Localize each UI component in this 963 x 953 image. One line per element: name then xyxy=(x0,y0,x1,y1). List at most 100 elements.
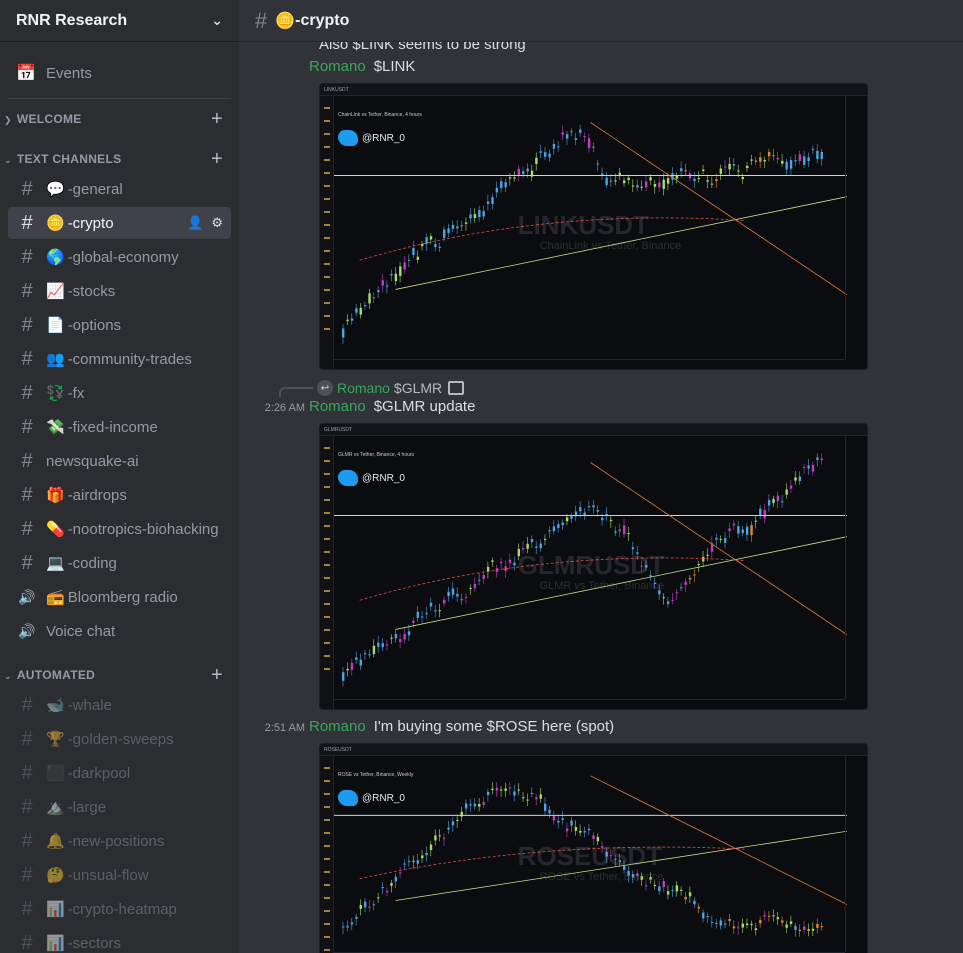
category-label: TEXT CHANNELS xyxy=(16,152,122,166)
category-text-channels[interactable]: ⌄ TEXT CHANNELS + xyxy=(0,147,239,171)
channel-item[interactable]: # 📈 -stocks xyxy=(8,275,231,307)
candle-body xyxy=(429,236,433,240)
add-channel-icon[interactable]: + xyxy=(211,148,223,171)
channel-name: -unsual-flow xyxy=(67,866,149,884)
chart-watermark-symbol: GLMRUSDT xyxy=(517,550,665,581)
candle-body xyxy=(653,183,657,187)
message-timestamp: 2:26 AM xyxy=(264,402,305,414)
candle-body xyxy=(811,464,815,472)
candle-body xyxy=(587,828,591,831)
message-author[interactable]: Romano xyxy=(309,398,366,415)
text-channel-icon: # xyxy=(21,279,33,302)
text-channel-icon: # xyxy=(21,211,33,234)
candle-body xyxy=(535,546,538,548)
candle-body xyxy=(728,528,731,532)
candle-body xyxy=(451,224,455,229)
candle-body xyxy=(535,797,538,800)
chart-image-rose[interactable]: ROSEUSDT ROSE vs Tether, Binance, Weekly @… xyxy=(319,743,868,953)
category-automated[interactable]: ⌄ AUTOMATED + xyxy=(0,663,239,687)
channel-item[interactable]: # 📊 -sectors xyxy=(8,927,231,953)
chevron-down-icon[interactable]: ⌄ xyxy=(211,12,223,29)
candle-body xyxy=(579,507,582,512)
channel-item[interactable]: # 👥 -community-trades xyxy=(8,343,231,375)
channel-emoji: 📻 xyxy=(46,589,65,606)
message-author[interactable]: Romano xyxy=(309,718,366,735)
channel-item[interactable]: # 🌎 -global-economy xyxy=(8,241,231,273)
candle-body xyxy=(350,662,354,671)
candle-body xyxy=(719,538,723,540)
candle-body xyxy=(794,160,797,162)
candle-body xyxy=(565,517,569,522)
candle-body xyxy=(785,924,788,928)
events-item[interactable]: 📅 Events xyxy=(8,56,231,90)
channel-item[interactable]: 🔊 📻 Bloomberg radio xyxy=(8,581,231,613)
candle-body xyxy=(688,578,692,580)
candle-body xyxy=(772,915,775,917)
candle-body xyxy=(530,793,534,795)
add-channel-icon[interactable]: + xyxy=(211,108,223,131)
chevron-down-icon: ⌄ xyxy=(4,671,12,681)
candle-body xyxy=(684,896,687,900)
category-welcome[interactable]: ❯ WELCOME + xyxy=(0,107,239,131)
chart-image-glmr[interactable]: GLMRUSDT GLMR vs Tether, Binance, 4 hours… xyxy=(319,423,868,710)
message-feed[interactable]: Also $LINK seems to be strong Romano $LI… xyxy=(239,36,963,953)
candle-body xyxy=(789,160,793,169)
candle-body xyxy=(715,179,718,182)
text-channel-icon: # xyxy=(21,415,33,438)
candle-body xyxy=(816,457,819,460)
candle-body xyxy=(658,182,661,188)
candle-body xyxy=(513,562,516,566)
candle-body xyxy=(390,273,393,276)
channel-item[interactable]: 🔊 Voice chat xyxy=(8,615,231,647)
channel-item[interactable]: # 🪙 -crypto 👤 ⚙ xyxy=(8,207,231,239)
channel-item[interactable]: # 🔔 -new-positions xyxy=(8,825,231,857)
channel-item[interactable]: # 📄 -options xyxy=(8,309,231,341)
channel-item[interactable]: # ⬛ -darkpool xyxy=(8,757,231,789)
gear-icon[interactable]: ⚙ xyxy=(211,215,223,231)
candle-body xyxy=(675,592,679,594)
channel-item[interactable]: # 🐋 -whale xyxy=(8,689,231,721)
candle-body xyxy=(623,525,626,535)
candle-body xyxy=(592,146,595,148)
channel-item[interactable]: # 🏔️ -large xyxy=(8,791,231,823)
channel-item[interactable]: # 🤔 -unsual-flow xyxy=(8,859,231,891)
server-header[interactable]: RNR Research ⌄ xyxy=(0,0,239,42)
candle-body xyxy=(451,588,455,595)
channel-emoji: 📊 xyxy=(46,935,65,952)
candle-body xyxy=(425,612,428,614)
candle-body xyxy=(495,187,499,193)
channel-item[interactable]: # 💬 -general xyxy=(8,173,231,205)
chart-watermark-desc: ChainLink vs Tether, Binance xyxy=(539,240,682,253)
chart-watermark-symbol: ROSEUSDT xyxy=(517,840,663,871)
trendline xyxy=(590,462,847,636)
candle-body xyxy=(548,530,551,532)
channel-item[interactable]: # 💸 -fixed-income xyxy=(8,411,231,443)
candle-body xyxy=(754,160,758,162)
channel-item[interactable]: # 💊 -nootropics-biohacking xyxy=(8,513,231,545)
channel-item[interactable]: # 🎁 -airdrops xyxy=(8,479,231,511)
candle-body xyxy=(754,928,758,931)
channel-item[interactable]: # newsquake-ai xyxy=(8,445,231,477)
channel-item[interactable]: # 🏆 -golden-sweeps xyxy=(8,723,231,755)
channel-name: -global-economy xyxy=(67,248,179,266)
candle-body xyxy=(724,538,727,543)
candle-body xyxy=(412,247,415,256)
candle-body xyxy=(658,886,661,892)
channel-item[interactable]: # 📊 -crypto-heatmap xyxy=(8,893,231,925)
candle-body xyxy=(513,177,516,179)
channel-header: # 🪙 -crypto xyxy=(239,0,963,42)
candle-body xyxy=(565,134,569,139)
message-author[interactable]: Romano xyxy=(309,58,366,75)
channel-item[interactable]: # 💻 -coding xyxy=(8,547,231,579)
candle-body xyxy=(745,923,749,926)
invite-icon[interactable]: 👤 xyxy=(187,215,203,231)
voice-channel-icon: 🔊 xyxy=(18,588,36,605)
channel-item[interactable]: # 💱 -fx xyxy=(8,377,231,409)
candle-body xyxy=(803,926,806,930)
channel-name: newsquake-ai xyxy=(46,452,139,470)
candle-body xyxy=(368,293,371,304)
reply-reference[interactable]: ↩ Romano $GLMR xyxy=(279,378,963,398)
candle-body xyxy=(491,788,494,791)
chart-image-link[interactable]: LINKUSDT ChainLink vs Tether, Binance, 4 … xyxy=(319,83,868,370)
add-channel-icon[interactable]: + xyxy=(211,664,223,687)
